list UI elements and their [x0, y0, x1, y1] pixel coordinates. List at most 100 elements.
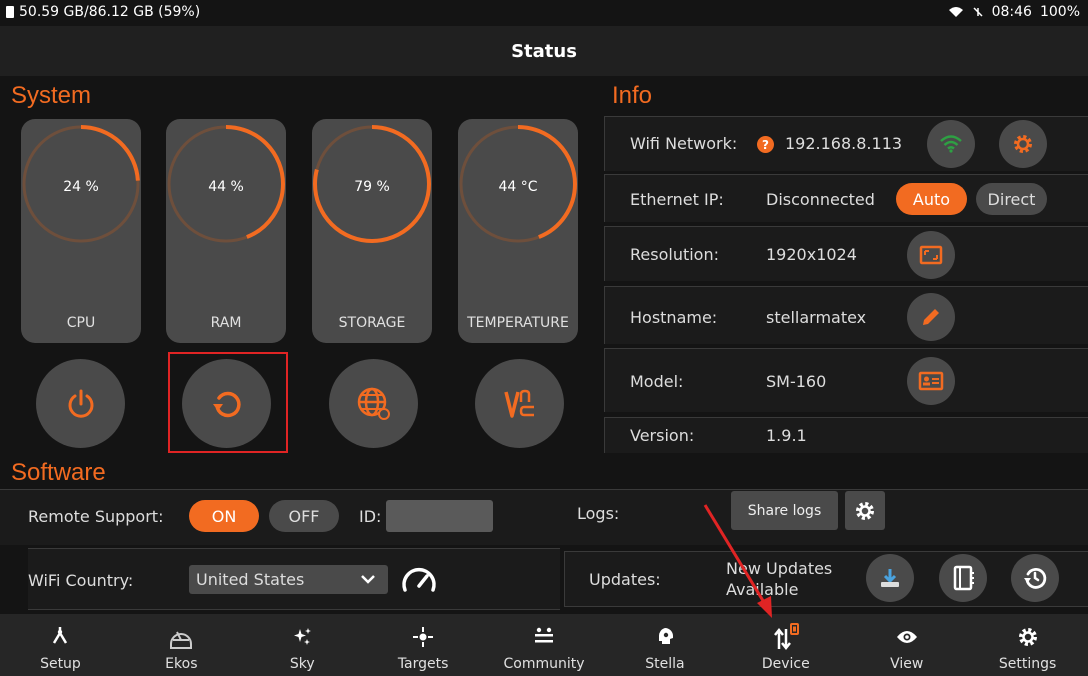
nav-ekos-label: Ekos: [165, 656, 198, 672]
web-browser-button[interactable]: [329, 359, 418, 448]
cpu-value: 24 %: [63, 179, 99, 195]
help-icon[interactable]: ?: [757, 136, 774, 153]
notebook-icon: [953, 565, 974, 591]
targets-icon: [413, 627, 434, 647]
resolution-label: Resolution:: [630, 245, 719, 264]
gear-icon: [856, 501, 874, 520]
wifi-icon: [940, 135, 962, 153]
status-bar: 50.59 GB/86.12 GB (59%) 08:46 100%: [0, 0, 1088, 26]
globe-icon: [357, 387, 390, 420]
share-logs-button[interactable]: Share logs: [731, 491, 838, 530]
model-value: SM-160: [766, 372, 827, 391]
page-title: Status: [511, 40, 577, 62]
wifi-row: Wifi Network: ? 192.168.8.113: [604, 116, 1088, 171]
wifi-button[interactable]: [927, 120, 975, 168]
remote-support-label: Remote Support:: [28, 507, 164, 526]
nav-setup[interactable]: Setup: [0, 614, 121, 676]
nav-view[interactable]: View: [846, 614, 967, 676]
signal-off-icon: [973, 7, 983, 17]
nav-stella-label: Stella: [645, 656, 685, 672]
temperature-label: TEMPERATURE: [467, 315, 569, 331]
gear-icon: [1014, 135, 1032, 153]
battery-percent: 100%: [1039, 4, 1080, 20]
ram-gauge: 44 % RAM: [166, 119, 286, 343]
stella-icon: [658, 628, 673, 644]
edit-hostname-button[interactable]: [907, 293, 955, 341]
storage-gauge: 79 % STORAGE: [312, 119, 432, 343]
ram-label: RAM: [210, 315, 242, 331]
temperature-value: 44 °C: [498, 179, 538, 195]
nav-targets[interactable]: Targets: [363, 614, 484, 676]
storage-icon: [6, 6, 14, 18]
hostname-label: Hostname:: [630, 308, 718, 327]
ethernet-value: Disconnected: [766, 190, 875, 209]
nav-setup-label: Setup: [40, 656, 81, 672]
changelog-button[interactable]: [939, 554, 987, 602]
page-title-bar: Status: [0, 26, 1088, 76]
network-settings-button[interactable]: [999, 120, 1047, 168]
storage-value: 79 %: [354, 179, 390, 195]
wifi-country-select[interactable]: United States: [189, 565, 388, 594]
updates-status-line2: Available: [726, 580, 799, 599]
ethernet-direct-button[interactable]: Direct: [976, 183, 1047, 215]
clock: 08:46: [991, 4, 1032, 20]
model-row: Model: SM-160: [604, 348, 1088, 412]
nav-sky[interactable]: Sky: [242, 614, 363, 676]
temperature-gauge: 44 °C TEMPERATURE: [458, 119, 578, 343]
nav-ekos[interactable]: Ekos: [121, 614, 242, 676]
settings-icon: [1018, 628, 1037, 646]
vnc-icon: [503, 389, 534, 418]
remote-support-off-button[interactable]: OFF: [269, 500, 339, 532]
update-history-button[interactable]: [1011, 554, 1059, 602]
nav-community[interactable]: Community: [484, 614, 605, 676]
nav-community-label: Community: [503, 656, 585, 672]
wifi-label: Wifi Network:: [630, 134, 738, 153]
vnc-button[interactable]: [475, 359, 564, 448]
version-value: 1.9.1: [766, 426, 807, 445]
cpu-label: CPU: [66, 315, 96, 331]
view-icon: [896, 631, 917, 643]
remote-support-on-button[interactable]: ON: [189, 500, 259, 532]
bottom-nav: Setup Ekos Sky Targets Community Stella …: [0, 614, 1088, 676]
nav-device[interactable]: Device: [725, 614, 846, 676]
resolution-button[interactable]: [907, 231, 955, 279]
wifi-status-icon: [948, 7, 963, 17]
community-icon: [535, 627, 553, 643]
ethernet-label: Ethernet IP:: [630, 190, 724, 209]
support-id-field: [386, 500, 493, 532]
device-icon: [773, 623, 799, 651]
logs-settings-button[interactable]: [845, 491, 885, 530]
setup-icon: [53, 627, 68, 644]
power-icon: [68, 389, 93, 418]
speed-test-icon[interactable]: [401, 564, 437, 594]
logs-label: Logs:: [577, 504, 620, 523]
version-row: Version: 1.9.1: [604, 417, 1088, 453]
wifi-ip: 192.168.8.113: [785, 134, 903, 153]
hostname-value: stellarmatex: [766, 308, 867, 327]
cpu-gauge: 24 % CPU: [21, 119, 141, 343]
resolution-value: 1920x1024: [766, 245, 857, 264]
software-title: Software: [11, 459, 106, 486]
storage-text: 50.59 GB/86.12 GB (59%): [19, 4, 201, 20]
ram-value: 44 %: [208, 179, 244, 195]
nav-targets-label: Targets: [397, 656, 449, 672]
model-label: Model:: [630, 372, 684, 391]
download-update-button[interactable]: [866, 554, 914, 602]
annotation-highlight-box: [168, 352, 288, 453]
sky-icon: [294, 628, 312, 645]
system-title: System: [11, 82, 92, 109]
pencil-icon: [923, 309, 939, 325]
ethernet-auto-button[interactable]: Auto: [896, 183, 967, 215]
hostname-row: Hostname: stellarmatex: [604, 286, 1088, 344]
resolution-row: Resolution: 1920x1024: [604, 226, 1088, 281]
nav-stella[interactable]: Stella: [604, 614, 725, 676]
updates-status-line1: New Updates: [726, 559, 833, 578]
ethernet-row: Ethernet IP: Disconnected Auto Direct: [604, 174, 1088, 222]
nav-settings[interactable]: Settings: [967, 614, 1088, 676]
screen-icon: [919, 245, 943, 265]
ekos-icon: [170, 631, 193, 649]
model-info-button[interactable]: [907, 357, 955, 405]
support-id-label: ID:: [359, 507, 382, 526]
power-button[interactable]: [36, 359, 125, 448]
id-card-icon: [918, 371, 944, 391]
